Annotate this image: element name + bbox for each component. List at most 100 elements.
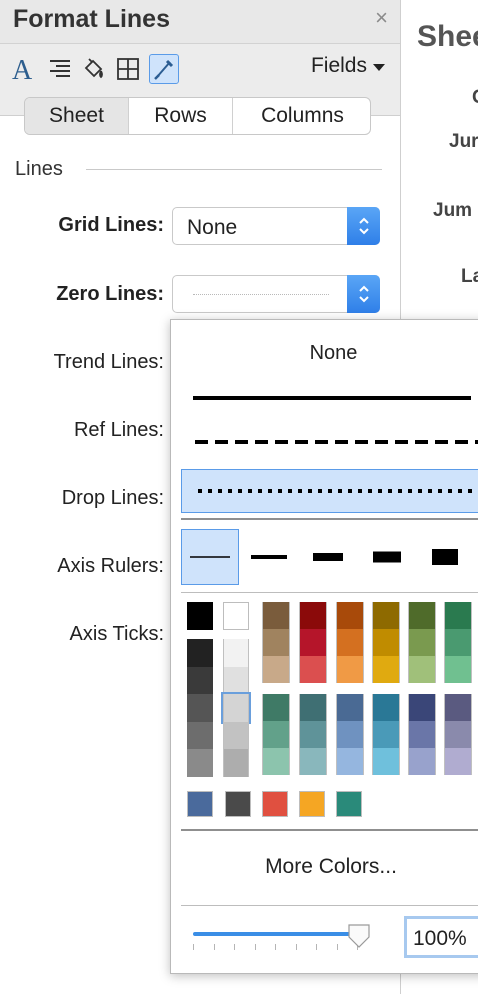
tab-sheet[interactable]: Sheet [25,98,129,134]
line-style-dashed[interactable] [181,420,478,464]
recent-color-swatch[interactable] [262,791,288,817]
sheet-title: Shee [417,20,478,53]
color-swatch[interactable] [262,694,290,721]
opacity-input[interactable]: 100% [404,916,478,958]
lines-icon[interactable] [149,54,179,84]
alignment-icon[interactable] [44,54,74,84]
color-swatch[interactable] [262,656,290,683]
line-style-solid[interactable] [181,376,478,420]
color-swatch[interactable] [372,721,400,748]
color-swatch[interactable] [187,602,213,630]
close-button[interactable]: × [375,5,388,31]
color-swatch[interactable] [444,602,472,629]
drop-lines-label: Drop Lines: [61,487,164,509]
sheet-row-label: La [461,266,478,287]
opacity-slider-track[interactable] [193,932,358,936]
color-swatch[interactable] [336,748,364,775]
opacity-slider-handle[interactable] [347,923,371,949]
color-swatch[interactable] [221,692,251,724]
zero-lines-select[interactable] [172,275,380,313]
color-swatch[interactable] [262,748,290,775]
color-swatch[interactable] [223,721,249,749]
grid-lines-select[interactable]: None [172,207,380,245]
color-swatch[interactable] [299,656,327,683]
color-swatch[interactable] [299,629,327,656]
color-swatch[interactable] [408,721,436,748]
color-swatch[interactable] [299,721,327,748]
color-swatch[interactable] [372,748,400,775]
color-swatch[interactable] [187,639,213,667]
color-swatch[interactable] [223,602,249,630]
color-swatch[interactable] [299,602,327,629]
scope-tabs: Sheet Rows Columns [24,97,371,135]
popup-divider [181,829,478,831]
line-weight-1[interactable] [181,529,239,585]
chevron-updown-icon [347,275,380,313]
color-swatch[interactable] [444,721,472,748]
axis-rulers-label: Axis Rulers: [57,555,164,577]
recent-color-swatch[interactable] [299,791,325,817]
opacity-slider-ticks [193,944,358,950]
borders-icon[interactable] [113,54,143,84]
popup-divider [181,518,478,520]
color-swatch[interactable] [444,748,472,775]
color-swatch[interactable] [299,694,327,721]
ref-lines-label: Ref Lines: [73,419,164,441]
color-swatch[interactable] [444,694,472,721]
color-swatch[interactable] [336,721,364,748]
color-swatch[interactable] [262,629,290,656]
tab-rows[interactable]: Rows [129,98,233,134]
color-swatch[interactable] [408,629,436,656]
color-swatch[interactable] [336,629,364,656]
section-title: Lines [15,158,63,180]
color-swatch[interactable] [444,629,472,656]
color-swatch[interactable] [187,749,213,777]
fields-dropdown[interactable]: Fields [311,54,385,78]
chevron-down-icon [373,63,385,71]
color-swatch[interactable] [223,666,249,694]
shading-icon[interactable] [78,54,108,84]
font-icon[interactable]: A [8,54,38,84]
color-swatch[interactable] [408,656,436,683]
tab-columns[interactable]: Columns [233,98,370,134]
sheet-row-label: Jur [449,131,478,152]
color-swatch[interactable] [262,602,290,629]
line-style-dotted[interactable] [181,469,478,513]
color-swatch[interactable] [372,694,400,721]
color-swatch[interactable] [444,656,472,683]
color-swatch[interactable] [372,629,400,656]
color-swatch[interactable] [187,666,213,694]
recent-color-swatch[interactable] [225,791,251,817]
sheet-row-label: Jum [433,200,473,221]
line-format-popup: None More Colors... 100% [170,319,478,974]
color-swatch[interactable] [336,656,364,683]
recent-color-swatch[interactable] [187,791,213,817]
color-swatch[interactable] [408,694,436,721]
color-swatch[interactable] [187,694,213,722]
color-swatch[interactable] [299,748,327,775]
svg-text:A: A [12,55,33,83]
more-colors-button[interactable]: More Colors... [171,855,478,879]
line-weight-2[interactable] [240,529,298,585]
color-swatch[interactable] [372,602,400,629]
trend-lines-label: Trend Lines: [53,351,164,373]
color-swatch[interactable] [187,721,213,749]
color-swatch[interactable] [336,694,364,721]
popup-divider [181,592,478,593]
chevron-updown-icon [347,207,380,245]
recent-color-swatch[interactable] [336,791,362,817]
line-weight-4[interactable] [358,529,416,585]
color-swatch[interactable] [372,656,400,683]
zero-lines-label: Zero Lines: [56,283,164,305]
line-weight-5[interactable] [417,529,475,585]
line-none-option[interactable]: None [171,342,478,365]
color-swatch[interactable] [223,639,249,667]
color-swatch[interactable] [336,602,364,629]
color-swatch[interactable] [408,602,436,629]
fields-label: Fields [310,54,367,77]
sheet-row-label: C [472,87,478,109]
color-swatch[interactable] [262,721,290,748]
line-weight-3[interactable] [299,529,357,585]
color-swatch[interactable] [408,748,436,775]
color-swatch[interactable] [223,749,249,777]
